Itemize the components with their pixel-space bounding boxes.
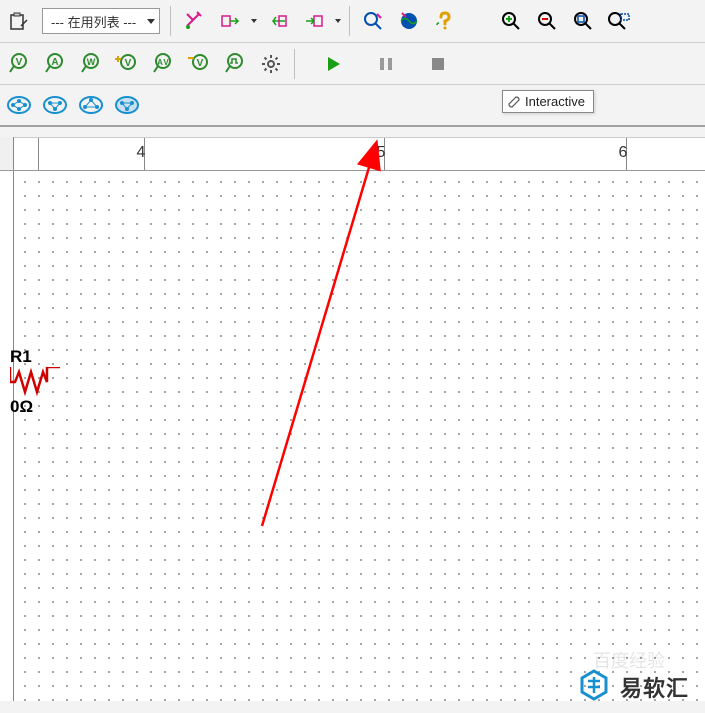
probe-a-icon[interactable]: A xyxy=(38,47,72,81)
svg-text:V: V xyxy=(125,58,132,69)
play-button[interactable] xyxy=(317,47,351,81)
probe-add-v-icon[interactable]: V xyxy=(110,47,144,81)
probe-neg-v-icon[interactable]: V xyxy=(182,47,216,81)
ruler-tick: 6 xyxy=(626,138,627,170)
block-back-icon[interactable] xyxy=(261,4,295,38)
zoom-out-icon[interactable] xyxy=(530,4,564,38)
ruler-tick: 4 xyxy=(144,138,145,170)
ruler-tick: 5 xyxy=(384,138,385,170)
dropdown-arrow-1[interactable] xyxy=(249,19,259,23)
stop-button[interactable] xyxy=(421,47,455,81)
component-reference: R1 xyxy=(10,347,60,367)
zoom-in-icon[interactable] xyxy=(494,4,528,38)
svg-text:V: V xyxy=(163,58,169,67)
watermark-text: 易软汇 xyxy=(620,671,689,703)
pause-button[interactable] xyxy=(369,47,403,81)
component-value: 0Ω xyxy=(10,397,60,417)
zoom-fit-icon[interactable] xyxy=(566,4,600,38)
net-3-icon[interactable] xyxy=(74,88,108,122)
probe-v-icon[interactable]: V xyxy=(2,47,36,81)
canvas-area: R1 0Ω xyxy=(0,171,705,701)
component-resistor[interactable]: R1 0Ω xyxy=(10,347,60,417)
block-in-icon[interactable] xyxy=(297,4,331,38)
web-icon[interactable] xyxy=(392,4,426,38)
svg-text:V: V xyxy=(197,58,204,69)
highlight-icon[interactable] xyxy=(177,4,211,38)
play-tooltip: Interactive xyxy=(502,90,594,113)
svg-text:V: V xyxy=(16,57,23,68)
schematic-canvas[interactable]: R1 0Ω xyxy=(14,171,705,701)
zoom-area-icon[interactable] xyxy=(356,4,390,38)
paste-icon[interactable] xyxy=(2,4,36,38)
probe-w-icon[interactable]: W xyxy=(74,47,108,81)
net-4-icon[interactable] xyxy=(110,88,144,122)
ruler-horizontal: 4 5 6 xyxy=(0,137,705,171)
toolbar-row-1: --- 在用列表 --- xyxy=(0,0,705,43)
net-2-icon[interactable] xyxy=(38,88,72,122)
probe-av-icon[interactable]: AV xyxy=(146,47,180,81)
ruler-tick xyxy=(38,138,39,170)
svg-text:A: A xyxy=(51,57,58,68)
watermark-logo-icon xyxy=(576,669,612,705)
svg-text:W: W xyxy=(87,57,96,67)
dropdown-arrow-2[interactable] xyxy=(333,19,343,23)
zoom-select-icon[interactable] xyxy=(602,4,636,38)
ruler-vertical xyxy=(0,171,14,701)
toolbar-row-3 xyxy=(0,85,705,127)
tooltip-text: Interactive xyxy=(525,94,585,109)
chevron-down-icon xyxy=(147,19,155,24)
toolbar-row-2: V A W V AV V xyxy=(0,43,705,85)
dropdown-label: --- 在用列表 --- xyxy=(51,12,136,31)
block-out-icon[interactable] xyxy=(213,4,247,38)
net-1-icon[interactable] xyxy=(2,88,36,122)
gear-icon[interactable] xyxy=(254,47,288,81)
wrench-icon xyxy=(507,95,521,109)
resistor-symbol xyxy=(10,367,60,397)
help-icon[interactable] xyxy=(428,4,462,38)
probe-pulse-icon[interactable] xyxy=(218,47,252,81)
watermark: 易软汇 xyxy=(576,669,689,705)
svg-text:A: A xyxy=(157,58,163,67)
active-list-dropdown[interactable]: --- 在用列表 --- xyxy=(42,8,160,34)
